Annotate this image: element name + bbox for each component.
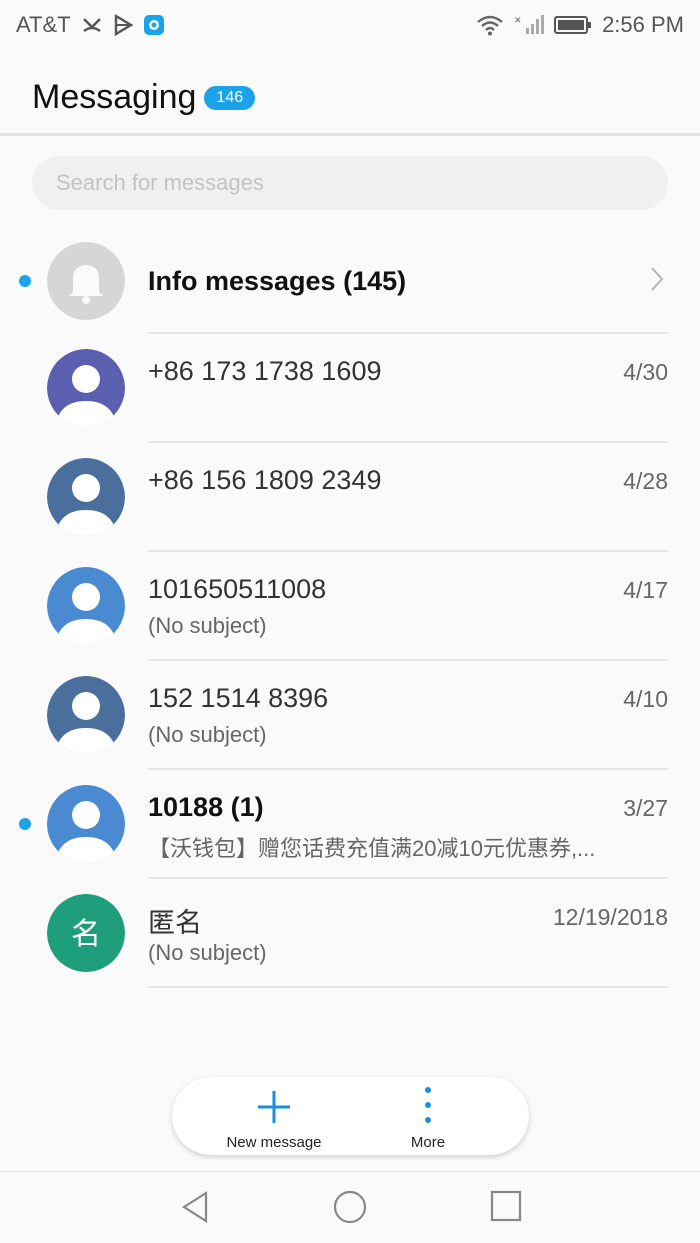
conversation-row[interactable]: 10188 (1) 3/27 【沃钱包】赠您话费充值满20减10元优惠券,...	[0, 770, 700, 879]
svg-text:✕: ✕	[514, 16, 522, 26]
bell-icon	[47, 242, 125, 320]
conversation-row[interactable]: 101650511008 4/17 (No subject)	[0, 552, 700, 661]
conversation-row-info-messages[interactable]: Info messages (145)	[0, 226, 700, 334]
search-input[interactable]: Search for messages	[32, 156, 668, 210]
search-placeholder: Search for messages	[56, 170, 264, 195]
contact-avatar-icon	[47, 349, 125, 427]
missed-call-icon	[81, 14, 103, 36]
cellular-signal-icon: ✕	[514, 14, 545, 36]
new-message-label: New message	[226, 1134, 322, 1151]
navigation-bar	[0, 1171, 700, 1243]
more-label: More	[410, 1134, 446, 1151]
conversation-name: 152 1514 8396	[148, 683, 329, 713]
conversation-preview: (No subject)	[148, 940, 267, 965]
conversation-row[interactable]: +86 156 1809 2349 4/28	[0, 443, 700, 552]
plus-icon	[256, 1089, 292, 1130]
contact-avatar-icon	[47, 676, 125, 754]
conversation-date: 12/19/2018	[552, 904, 668, 930]
conversation-date: 4/10	[623, 686, 668, 712]
contact-avatar-icon	[47, 458, 125, 536]
conversation-list: Info messages (145) +86 173 1738 1609 4/…	[0, 226, 700, 988]
app-header: Messaging 146	[0, 62, 700, 136]
conversation-date: 4/28	[623, 468, 668, 494]
avatar-initial: 名	[71, 917, 101, 952]
clock: 2:56 PM	[602, 12, 684, 37]
conversation-preview: 【沃钱包】赠您话费充值满20减10元优惠券,...	[148, 836, 596, 861]
conversation-date: 4/17	[623, 577, 668, 603]
conversation-preview: (No subject)	[148, 613, 267, 638]
back-icon[interactable]	[180, 1190, 210, 1229]
conversation-row[interactable]: +86 173 1738 1609 4/30	[0, 334, 700, 443]
conversation-row[interactable]: 152 1514 8396 4/10 (No subject)	[0, 661, 700, 770]
contact-avatar: 名	[47, 894, 125, 972]
conversation-name: +86 173 1738 1609	[148, 356, 382, 386]
carrier-label: AT&T	[16, 12, 71, 37]
conversation-name: +86 156 1809 2349	[148, 465, 382, 495]
conversation-preview: (No subject)	[148, 722, 267, 747]
conversation-name: Info messages (145)	[148, 266, 407, 296]
row-divider	[148, 986, 668, 988]
battery-icon	[554, 15, 592, 35]
more-button[interactable]: More	[398, 1077, 458, 1155]
home-icon[interactable]	[333, 1190, 367, 1229]
conversation-date: 3/27	[623, 795, 668, 821]
wifi-icon	[476, 14, 504, 36]
app-notification-icon	[143, 14, 165, 36]
unread-count-badge: 146	[204, 85, 256, 110]
contact-avatar-icon	[47, 567, 125, 645]
conversation-name: 匿名	[148, 908, 202, 938]
play-store-icon	[113, 14, 133, 36]
contact-avatar-icon	[47, 785, 125, 863]
conversation-name: 101650511008	[148, 574, 327, 604]
action-bar: New message More	[172, 1077, 529, 1155]
status-bar: AT&T ✕ 2:56 PM	[0, 0, 700, 50]
more-vertical-icon	[424, 1085, 432, 1130]
conversation-row[interactable]: 名 匿名 12/19/2018 (No subject)	[0, 879, 700, 988]
conversation-date: 4/30	[623, 359, 668, 385]
page-title: Messaging	[32, 78, 197, 116]
new-message-button[interactable]: New message	[216, 1077, 332, 1155]
chevron-right-icon	[650, 266, 664, 297]
unread-dot	[19, 275, 31, 287]
unread-dot	[19, 818, 31, 830]
recents-icon[interactable]	[490, 1190, 522, 1227]
conversation-name: 10188 (1)	[148, 792, 264, 822]
